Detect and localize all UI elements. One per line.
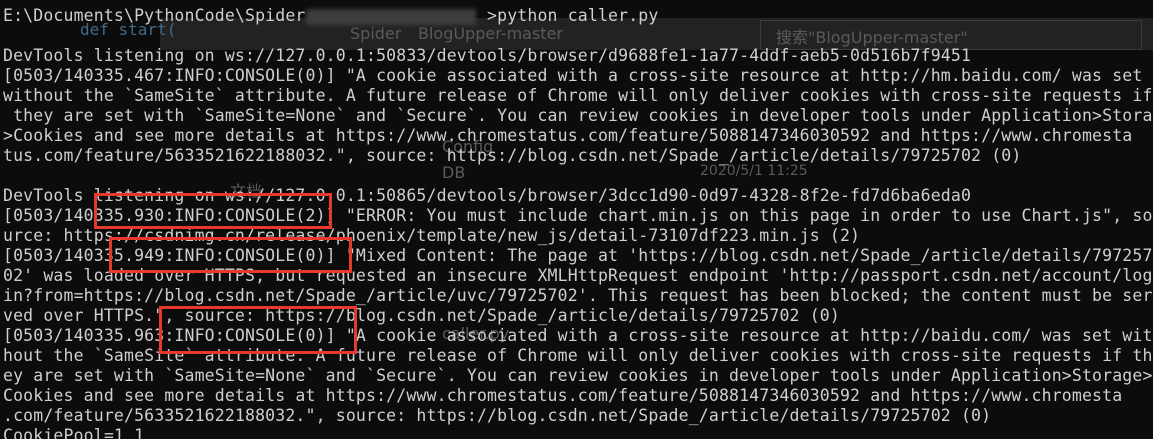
console-line: ey are set with `SameSite=None` and `Sec… <box>3 366 1153 385</box>
console-line: E:\Documents\PythonCode\Spider >python c… <box>3 6 659 25</box>
console-window[interactable]: Spider BlogUpper-master 搜索"BlogUpper-mas… <box>0 0 1153 439</box>
console-line: [0503/140335.467:INFO:CONSOLE(0)] "A coo… <box>3 66 1143 85</box>
redacted-path <box>306 9 476 25</box>
highlight-box <box>159 306 357 354</box>
console-line: >Cookies and see more details at https:/… <box>3 126 1133 145</box>
console-line: without the `SameSite` attribute. A futu… <box>3 86 1153 105</box>
console-line: CookiePool=1 1 <box>3 426 145 439</box>
highlight-box <box>94 193 332 229</box>
console-line: tus.com/feature/5633521622188032.", sour… <box>3 146 1022 165</box>
highlight-box <box>109 237 352 273</box>
console-line: DevTools listening on ws://127.0.0.1:508… <box>3 46 972 65</box>
console-line: they are set with `SameSite=None` and `S… <box>3 106 1153 125</box>
console-line: Cookies and see more details at https://… <box>3 386 1123 405</box>
console-line: .com/feature/5633521622188032.", source:… <box>3 406 992 425</box>
console-line: in?from=https://blog.csdn.net/Spade_/art… <box>3 286 1153 305</box>
